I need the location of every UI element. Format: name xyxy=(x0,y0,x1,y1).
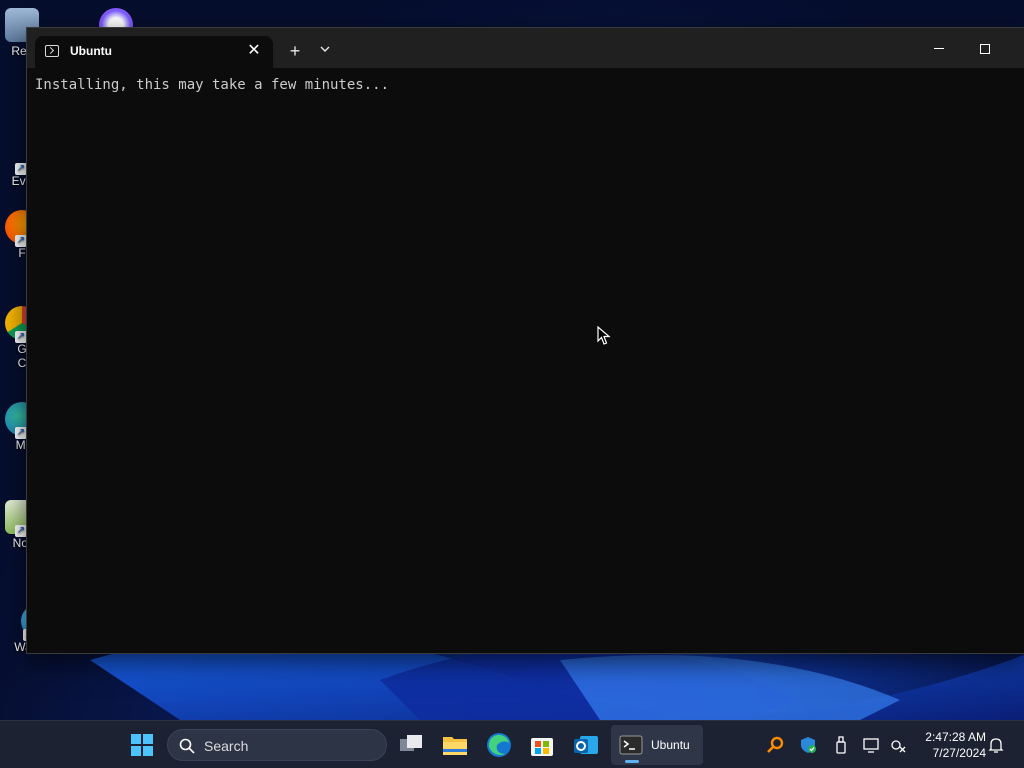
task-view-icon xyxy=(400,735,422,751)
tab-title: Ubuntu xyxy=(70,44,112,58)
task-view-button[interactable] xyxy=(393,727,429,763)
notification-bell-icon[interactable] xyxy=(986,735,1006,755)
minimize-button[interactable] xyxy=(916,28,962,68)
taskbar: Search Ubuntu 2:47:28 AM 7/27/2024 xyxy=(0,720,1024,768)
terminal-output[interactable]: Installing, this may take a few minutes.… xyxy=(27,68,1024,653)
clock-time: 2:47:28 AM xyxy=(925,730,986,744)
terminal-window[interactable]: Ubuntu ✕ + Installing, this may take a f… xyxy=(26,27,1024,654)
outlook-icon xyxy=(574,736,598,754)
new-tab-button[interactable]: + xyxy=(283,40,307,62)
maximize-button[interactable] xyxy=(962,28,1008,68)
terminal-icon xyxy=(619,735,643,755)
outlook-button[interactable] xyxy=(568,727,604,763)
search-placeholder: Search xyxy=(204,738,249,754)
title-bar[interactable]: Ubuntu ✕ + xyxy=(27,28,1024,68)
store-icon xyxy=(531,738,553,756)
terminal-output-text: Installing, this may take a few minutes.… xyxy=(35,77,390,93)
start-button[interactable] xyxy=(124,727,160,763)
close-tab-button[interactable]: ✕ xyxy=(245,42,263,60)
system-clock[interactable]: 2:47:28 AM 7/27/2024 xyxy=(914,729,986,761)
usb-device-icon[interactable] xyxy=(831,735,851,755)
clock-date: 7/27/2024 xyxy=(932,746,986,760)
active-indicator xyxy=(625,760,639,763)
tab-dropdown-button[interactable] xyxy=(313,40,337,62)
maximize-icon xyxy=(980,43,990,54)
minimize-icon xyxy=(934,48,944,50)
file-explorer-button[interactable] xyxy=(437,727,473,763)
tab-ubuntu[interactable]: Ubuntu ✕ xyxy=(35,36,273,68)
edge-button[interactable] xyxy=(481,727,517,763)
folder-icon xyxy=(443,737,467,755)
chevron-down-icon xyxy=(320,46,330,52)
volume-muted-icon[interactable] xyxy=(888,735,908,755)
taskbar-ubuntu-app[interactable]: Ubuntu xyxy=(611,725,703,765)
mouse-cursor-icon xyxy=(597,326,611,345)
search-icon xyxy=(179,738,195,754)
taskbar-search[interactable]: Search xyxy=(167,729,387,761)
store-button[interactable] xyxy=(524,727,560,763)
terminal-icon xyxy=(45,45,59,57)
network-icon[interactable] xyxy=(862,735,882,755)
edge-icon xyxy=(487,733,511,757)
taskbar-app-label: Ubuntu xyxy=(651,738,690,752)
windows-logo-icon xyxy=(131,734,153,756)
security-shield-icon[interactable] xyxy=(798,735,818,755)
magnifier-icon[interactable] xyxy=(766,735,786,755)
